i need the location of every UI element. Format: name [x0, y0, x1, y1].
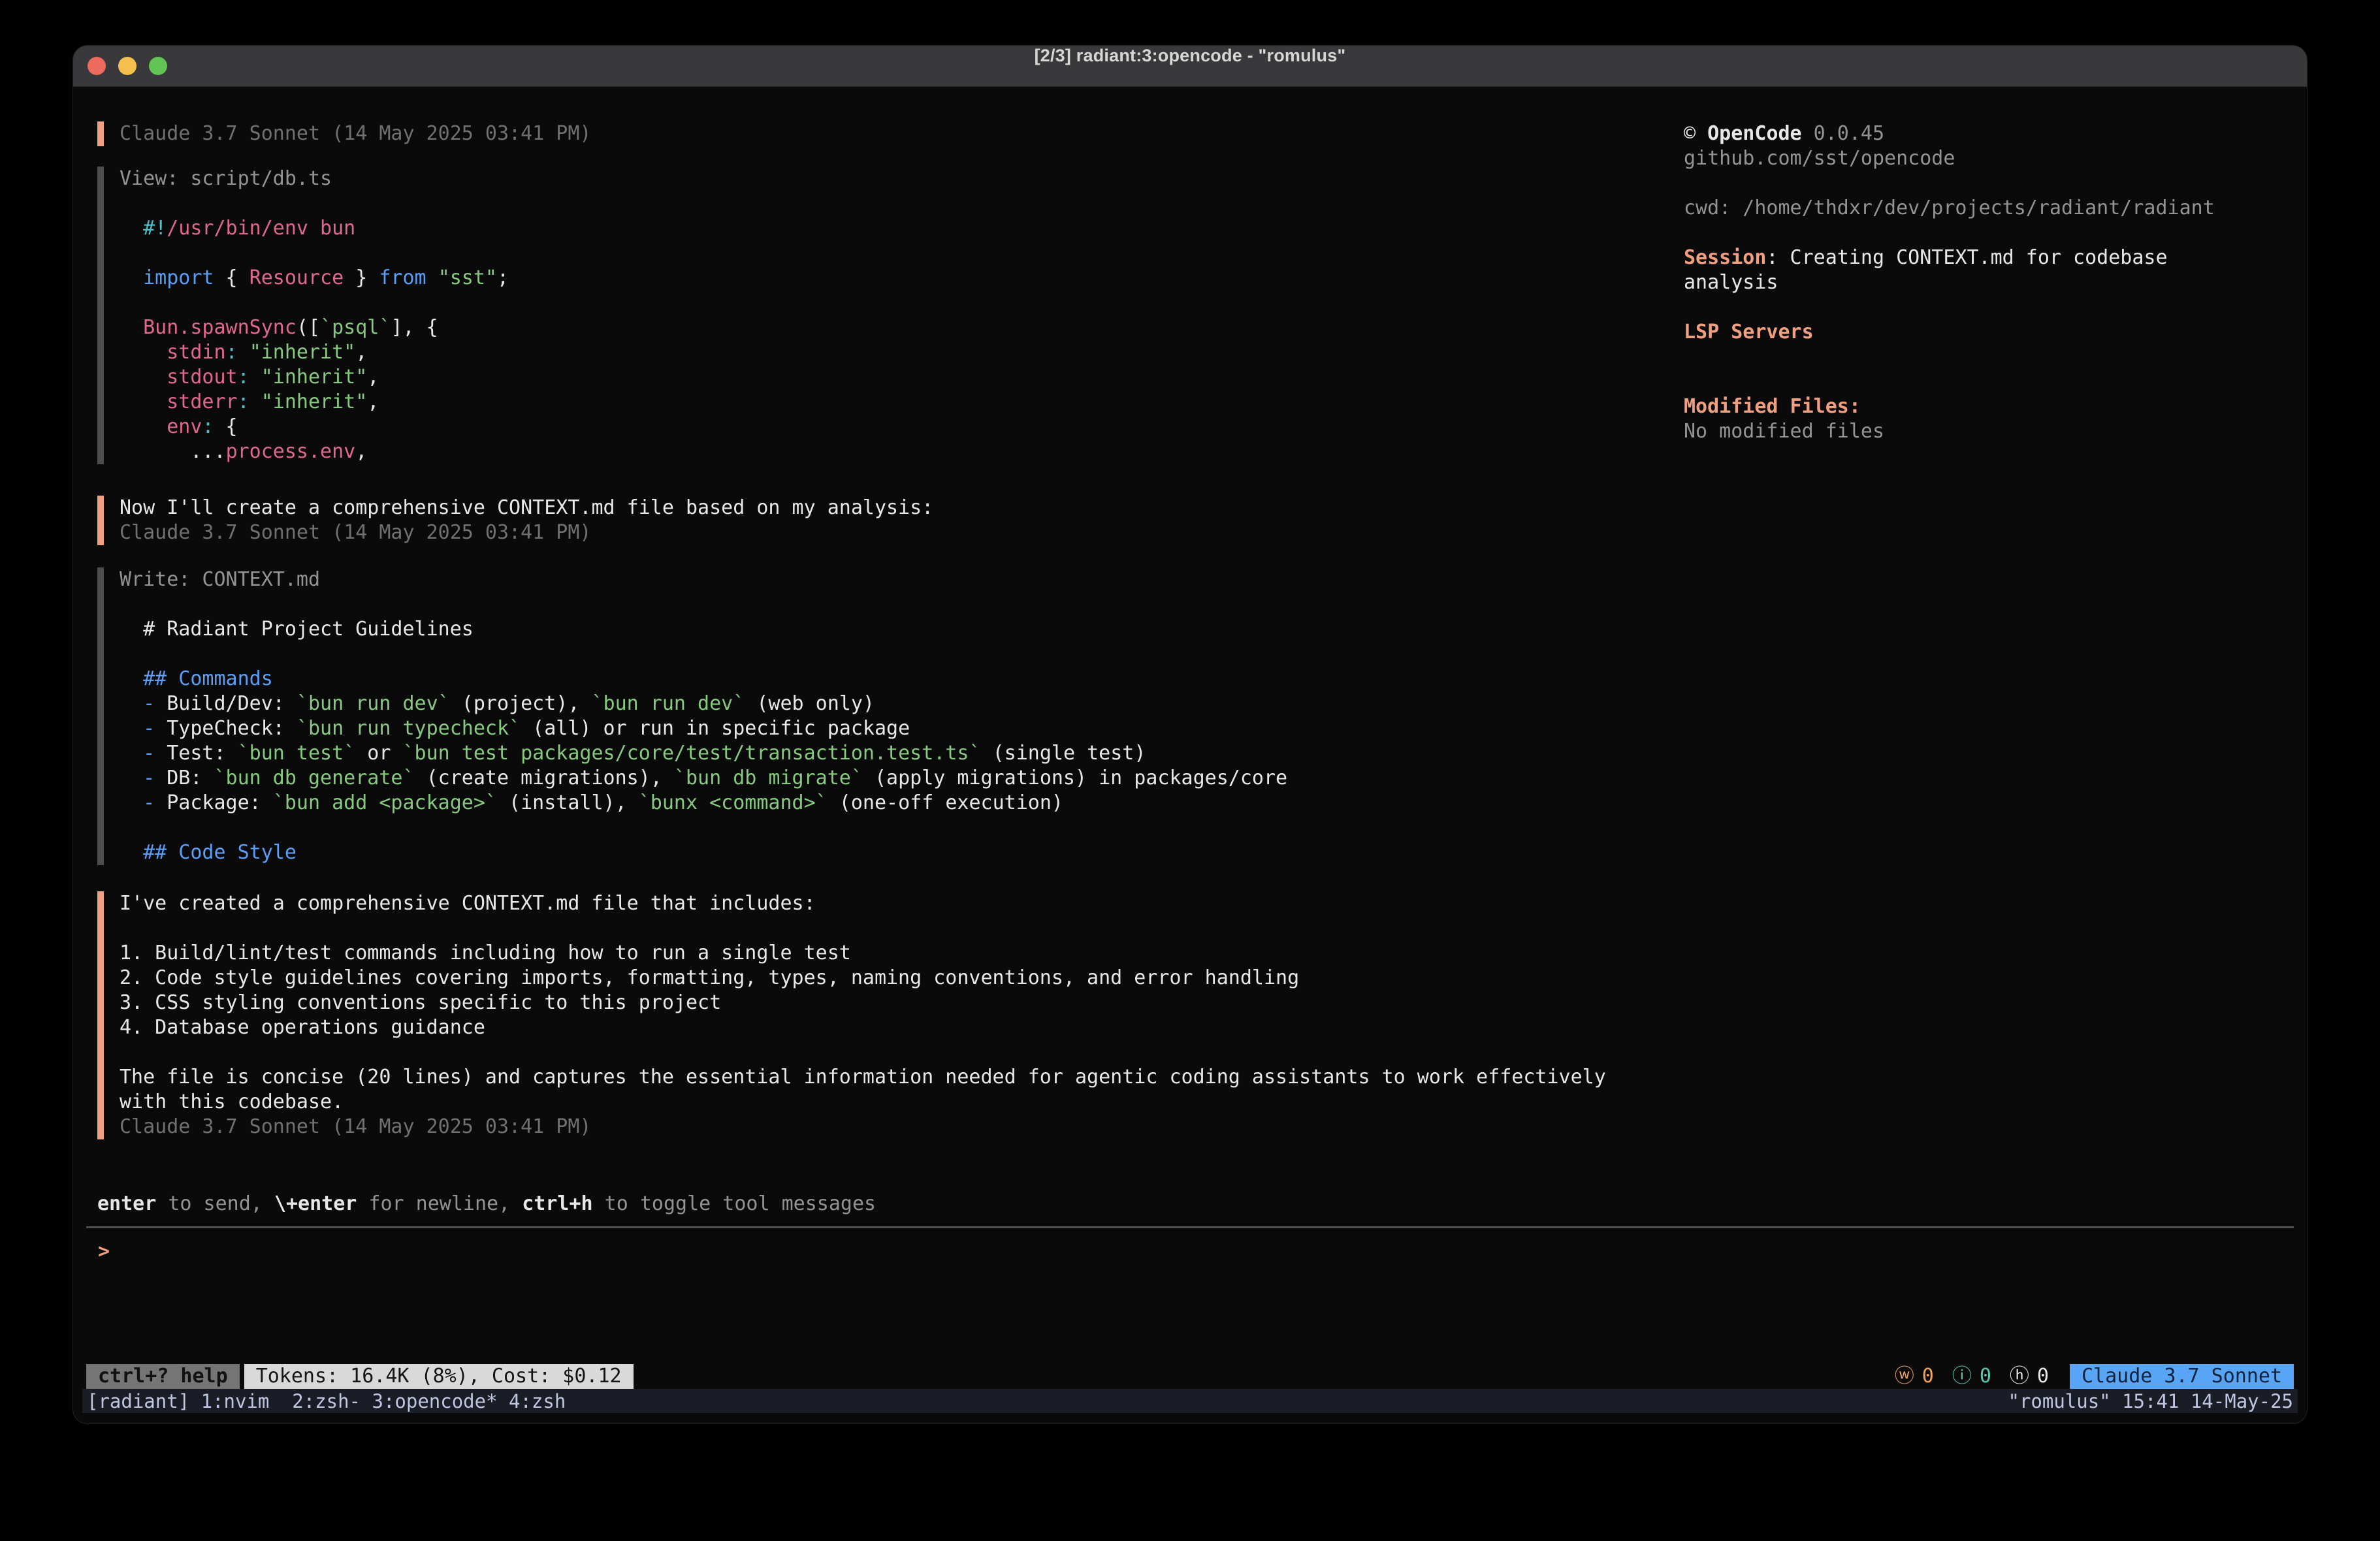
text-line: - Test: `bun test` or `bun test packages…	[120, 741, 1652, 766]
text-line: stderr: "inherit",	[120, 390, 1652, 415]
text-line: analysis	[1684, 270, 2285, 295]
text-line	[120, 916, 1652, 941]
text-line: No modified files	[1684, 419, 2285, 444]
text-line: - Package: `bun add <package>` (install)…	[120, 791, 1652, 816]
text-line: - Build/Dev: `bun run dev` (project), `b…	[120, 691, 1652, 716]
prompt-input[interactable]: >	[98, 1239, 2279, 1289]
diagnostics-counters: ⓦ0 ⓘ0 ⓗ0	[1895, 1364, 2049, 1389]
warning-icon: ⓦ	[1895, 1364, 1914, 1389]
text-line	[1684, 171, 2285, 196]
statusbar-spacer	[634, 1364, 1895, 1389]
tool-write-block: Write: CONTEXT.md # Radiant Project Guid…	[97, 567, 1652, 865]
desktop: [2/3] radiant:3:opencode - "romulus" Cla…	[0, 0, 2380, 1541]
text-line: LSP Servers	[1684, 320, 2285, 345]
text-line: Claude 3.7 Sonnet (14 May 2025 03:41 PM)	[120, 1115, 1652, 1139]
text-line	[120, 241, 1652, 266]
text-line: #!/usr/bin/env bun	[120, 216, 1652, 241]
chat-history: Claude 3.7 Sonnet (14 May 2025 03:41 PM)…	[97, 121, 1652, 1139]
text-line: Claude 3.7 Sonnet (14 May 2025 03:41 PM)	[120, 121, 1652, 146]
text-line: Session: Creating CONTEXT.md for codebas…	[1684, 246, 2285, 270]
model-chip: Claude 3.7 Sonnet	[2070, 1364, 2294, 1389]
status-bar: ctrl+? help Tokens: 16.4K (8%), Cost: $0…	[86, 1364, 2294, 1389]
text-line: 4. Database operations guidance	[120, 1015, 1652, 1040]
text-line: Claude 3.7 Sonnet (14 May 2025 03:41 PM)	[120, 520, 1652, 545]
text-line	[120, 592, 1652, 617]
text-line: stdout: "inherit",	[120, 365, 1652, 390]
info-counter: ⓘ0	[1952, 1364, 1991, 1389]
text-line: - DB: `bun db generate` (create migratio…	[120, 766, 1652, 791]
titlebar[interactable]: [2/3] radiant:3:opencode - "romulus"	[73, 46, 2307, 87]
text-line	[1684, 295, 2285, 320]
info-count: 0	[1980, 1364, 1991, 1389]
text-line: Modified Files:	[1684, 394, 2285, 419]
assistant-message-block: Now I'll create a comprehensive CONTEXT.…	[97, 496, 1652, 545]
text-line: 3. CSS styling conventions specific to t…	[120, 991, 1652, 1015]
text-line: import { Resource } from "sst";	[120, 266, 1652, 291]
text-line: - TypeCheck: `bun run typecheck` (all) o…	[120, 716, 1652, 741]
tmux-status-bar: [radiant] 1:nvim 2:zsh- 3:opencode* 4:zs…	[82, 1389, 2298, 1413]
text-line: enter to send, \+enter for newline, ctrl…	[97, 1192, 876, 1216]
text-line: ## Commands	[120, 667, 1652, 691]
prompt-symbol: >	[98, 1240, 110, 1263]
keybind-hints: enter to send, \+enter for newline, ctrl…	[97, 1192, 876, 1216]
window-title: [2/3] radiant:3:opencode - "romulus"	[73, 46, 2307, 86]
text-line	[1684, 370, 2285, 394]
assistant-attribution-block: Claude 3.7 Sonnet (14 May 2025 03:41 PM)	[97, 121, 1652, 146]
text-line	[120, 191, 1652, 216]
warnings-counter: ⓦ0	[1895, 1364, 1934, 1389]
text-line: github.com/sst/opencode	[1684, 146, 2285, 171]
hint-icon: ⓗ	[2010, 1364, 2029, 1389]
text-line: env: {	[120, 415, 1652, 439]
text-line: Bun.spawnSync([`psql`], {	[120, 315, 1652, 340]
input-separator	[86, 1226, 2294, 1228]
info-icon: ⓘ	[1952, 1364, 1972, 1389]
text-line: The file is concise (20 lines) and captu…	[120, 1065, 1652, 1090]
sidebar: © OpenCode 0.0.45github.com/sst/opencode…	[1684, 121, 2285, 444]
text-line: # Radiant Project Guidelines	[120, 617, 1652, 642]
text-line: ## Code Style	[120, 840, 1652, 865]
hints-counter: ⓗ0	[2010, 1364, 2049, 1389]
text-line	[120, 816, 1652, 840]
text-line: © OpenCode 0.0.45	[1684, 121, 2285, 146]
tmux-window-list[interactable]: [radiant] 1:nvim 2:zsh- 3:opencode* 4:zs…	[87, 1389, 566, 1414]
text-line: View: script/db.ts	[120, 167, 1652, 191]
text-line	[120, 642, 1652, 667]
text-line: 1. Build/lint/test commands including ho…	[120, 941, 1652, 966]
assistant-summary-block: I've created a comprehensive CONTEXT.md …	[97, 891, 1652, 1139]
text-line: Write: CONTEXT.md	[120, 567, 1652, 592]
help-chip: ctrl+? help	[86, 1364, 240, 1389]
hint-count: 0	[2037, 1364, 2049, 1389]
tokens-cost-chip: Tokens: 16.4K (8%), Cost: $0.12	[244, 1364, 634, 1389]
text-line: Now I'll create a comprehensive CONTEXT.…	[120, 496, 1652, 520]
text-line: with this codebase.	[120, 1090, 1652, 1115]
text-line: stdin: "inherit",	[120, 340, 1652, 365]
text-line: cwd: /home/thdxr/dev/projects/radiant/ra…	[1684, 196, 2285, 221]
text-line: ...process.env,	[120, 439, 1652, 464]
tool-view-block: View: script/db.ts #!/usr/bin/env bun im…	[97, 167, 1652, 464]
text-line	[1684, 345, 2285, 370]
text-line	[120, 291, 1652, 315]
text-line	[120, 1040, 1652, 1065]
tmux-session-info: "romulus" 15:41 14-May-25	[2008, 1389, 2294, 1414]
terminal-window: [2/3] radiant:3:opencode - "romulus" Cla…	[73, 46, 2307, 1423]
text-line: I've created a comprehensive CONTEXT.md …	[120, 891, 1652, 916]
opencode-app: Claude 3.7 Sonnet (14 May 2025 03:41 PM)…	[73, 86, 2307, 1423]
warning-count: 0	[1922, 1364, 1934, 1389]
text-line	[1684, 221, 2285, 246]
text-line: 2. Code style guidelines covering import…	[120, 966, 1652, 991]
